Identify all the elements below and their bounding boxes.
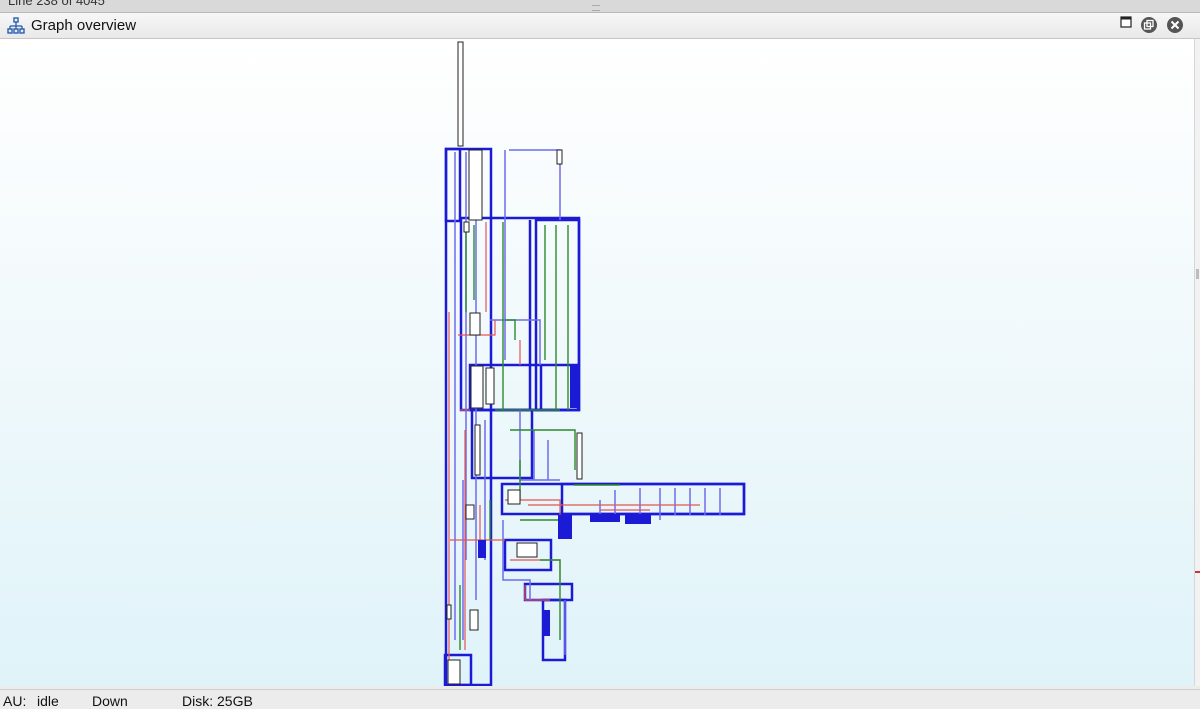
restore-icon[interactable]	[1140, 16, 1158, 34]
vertical-scrollbar[interactable]	[1194, 39, 1200, 686]
previous-panel-edge: Line 238 of 4045	[0, 0, 1200, 13]
graph-edges-light-blue	[454, 149, 721, 655]
direction-status: Down	[92, 693, 128, 709]
au-label: AU:	[3, 693, 27, 709]
graph-nodes[interactable]	[446, 149, 583, 685]
graph-overview-icon	[7, 17, 25, 34]
disk-status: Disk: 25GB	[182, 693, 253, 709]
splitter-grip[interactable]	[592, 5, 600, 11]
graph-canvas[interactable]	[0, 39, 1194, 686]
status-bar: AU: idle Down Disk: 25GB	[0, 689, 1200, 709]
scrollbar-thumb[interactable]	[1196, 269, 1199, 279]
graph-edges-green	[459, 222, 620, 650]
au-status: idle	[37, 693, 59, 709]
graph-node[interactable]	[457, 41, 464, 147]
maximize-icon[interactable]	[1117, 14, 1135, 32]
close-icon[interactable]	[1166, 16, 1184, 34]
line-counter: Line 238 of 4045	[8, 0, 105, 8]
graph-nodes-dense	[478, 366, 651, 636]
panel-title-bar: Graph overview	[0, 13, 1200, 39]
panel-title: Graph overview	[31, 17, 137, 34]
graph-edges-blue	[443, 147, 746, 686]
graph-overview-drawing[interactable]	[0, 39, 1194, 686]
scrollbar-marker	[1195, 571, 1200, 573]
